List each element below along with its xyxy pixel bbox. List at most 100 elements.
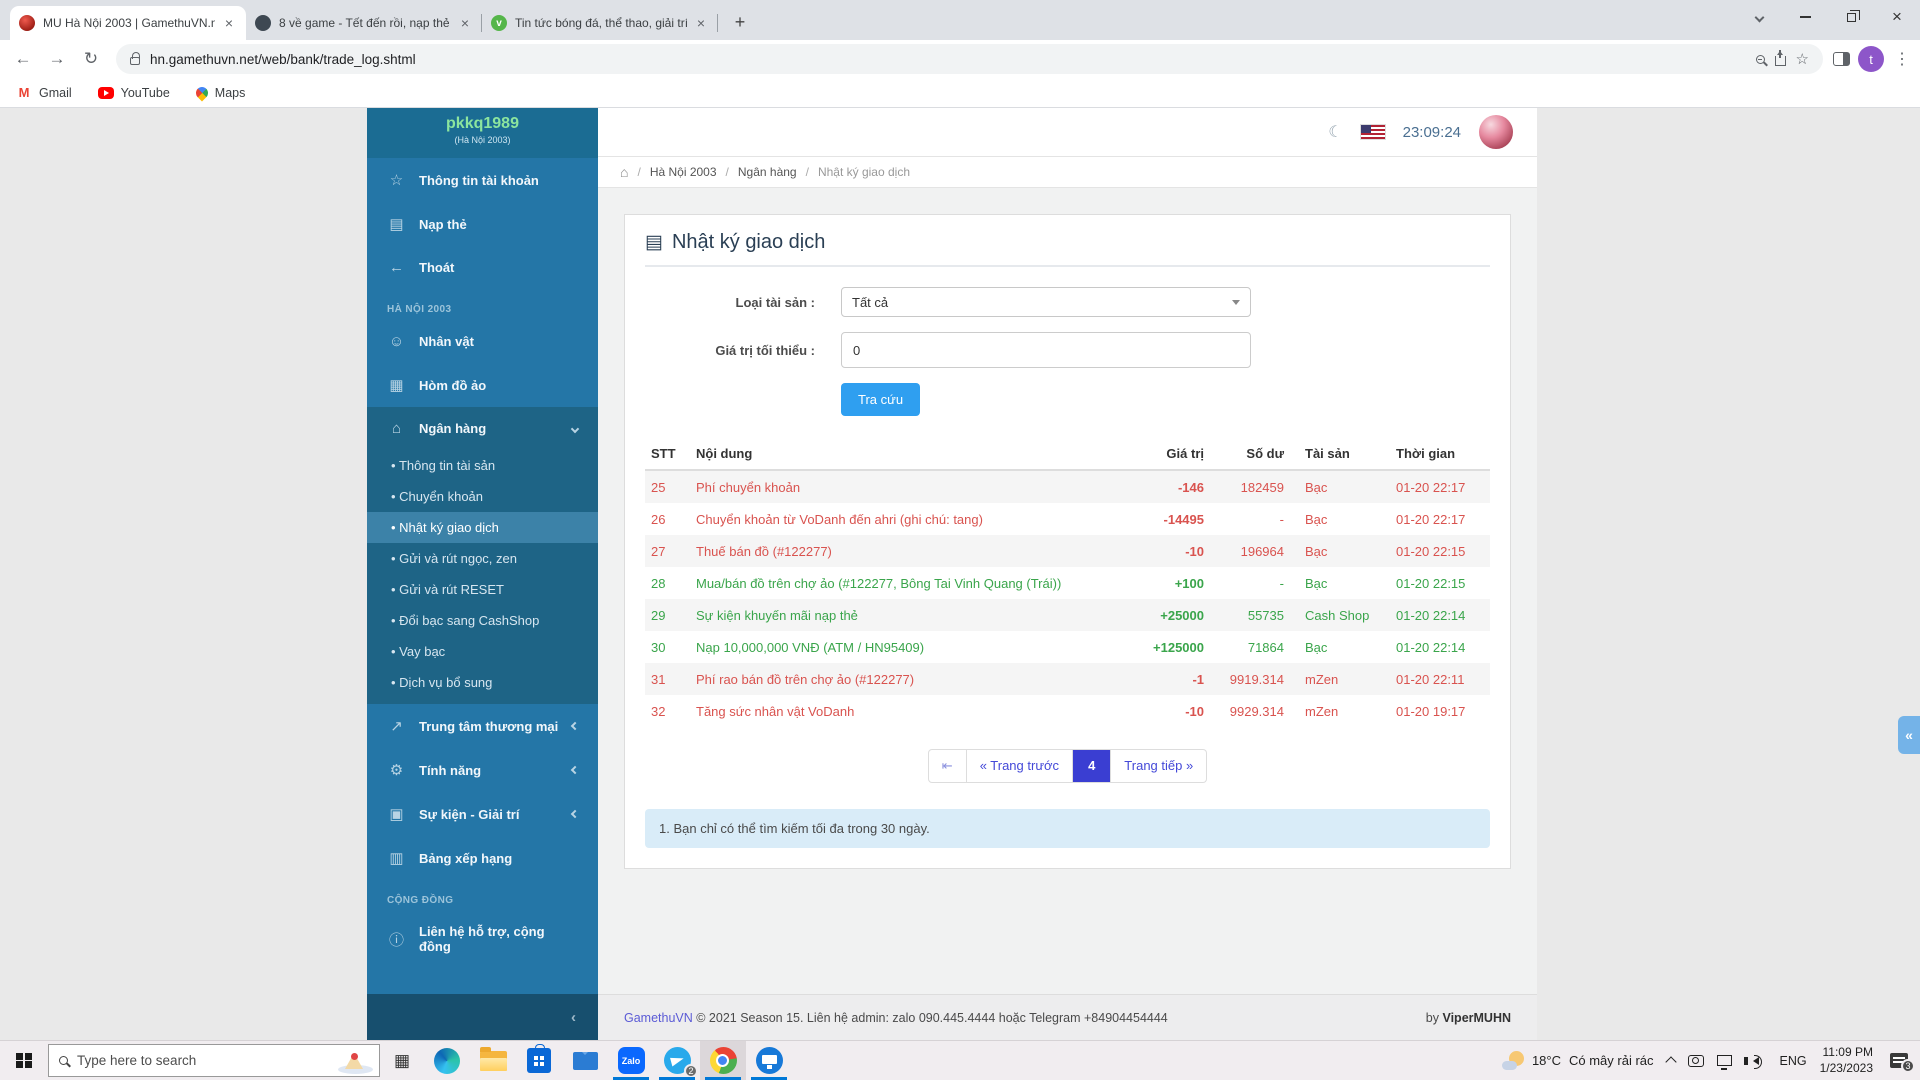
browser-tab[interactable]: Tin tức bóng đá, thể thao, giải trí × <box>482 6 718 40</box>
sidebar-item-features[interactable]: ⚙ Tính năng <box>367 748 598 792</box>
sidebar-subitem[interactable]: Gửi và rút RESET <box>367 574 598 605</box>
sidebar-item-logout[interactable]: ← Thoát <box>367 246 598 289</box>
cell-time: 01-20 22:15 <box>1390 567 1490 599</box>
address-bar[interactable]: hn.gamethuvn.net/web/bank/trade_log.shtm… <box>116 44 1823 74</box>
network-icon[interactable] <box>1717 1055 1732 1066</box>
sidebar-subitem[interactable]: Dịch vụ bổ sung <box>367 667 598 698</box>
bookmark-item[interactable]: Gmail <box>16 85 72 101</box>
browser-menu-icon[interactable]: ⋮ <box>1892 49 1912 69</box>
volume-icon[interactable] <box>1753 1057 1759 1065</box>
sidebar-item-account-info[interactable]: ☆ Thông tin tài khoản <box>367 158 598 202</box>
close-button[interactable]: × <box>1874 0 1920 34</box>
taskbar-app-telegram[interactable]: 2 <box>654 1041 700 1080</box>
taskbar-app-explorer[interactable] <box>470 1041 516 1080</box>
cell-content: Thuế bán đồ (#122277) <box>690 535 1110 567</box>
sidebar-item-character[interactable]: ☺ Nhân vật <box>367 320 598 363</box>
tray-expand-icon[interactable] <box>1665 1056 1676 1067</box>
list-icon: ▤ <box>645 231 663 254</box>
bookmark-star-icon[interactable]: ☆ <box>1796 50 1809 68</box>
forward-button[interactable]: → <box>42 44 72 74</box>
taskbar-app-edge[interactable] <box>424 1041 470 1080</box>
language-indicator[interactable]: ENG <box>1780 1054 1807 1068</box>
maximize-button[interactable] <box>1828 0 1874 34</box>
page-prev-button[interactable]: « Trang trước <box>967 749 1073 783</box>
browser-profile-avatar[interactable]: t <box>1858 46 1884 72</box>
theme-moon-icon[interactable]: ☾ <box>1328 122 1342 142</box>
side-panel-flap[interactable]: « <box>1898 716 1920 754</box>
sidebar-subitem[interactable]: Vay bạc <box>367 636 598 667</box>
bookmark-item[interactable]: Maps <box>196 86 246 100</box>
home-icon[interactable]: ⌂ <box>620 164 628 180</box>
asset-type-select[interactable]: Tất cả <box>841 287 1251 317</box>
sidebar-item-market[interactable]: ↗ Trung tâm thương mại <box>367 704 598 748</box>
taskbar-app-remote[interactable] <box>746 1041 792 1080</box>
breadcrumb-bank[interactable]: Ngân hàng <box>738 165 797 179</box>
table-row: 30 Nạp 10,000,000 VNĐ (ATM / HN95409) +1… <box>645 631 1490 663</box>
zoom-icon[interactable] <box>1756 55 1765 64</box>
taskbar-app-chrome[interactable] <box>700 1041 746 1080</box>
page-next-button[interactable]: Trang tiếp » <box>1111 749 1207 783</box>
page-first-button[interactable]: ⇤ <box>928 749 967 783</box>
side-panel-icon[interactable] <box>1833 52 1850 66</box>
cell-content: Phí chuyển khoản <box>690 470 1110 503</box>
url-text[interactable]: hn.gamethuvn.net/web/bank/trade_log.shtm… <box>150 52 1746 67</box>
bank-icon: ⌂ <box>387 420 406 437</box>
tab-close-icon[interactable]: × <box>693 15 709 31</box>
share-icon[interactable] <box>1775 56 1786 66</box>
browser-tab[interactable]: MU Hà Nội 2003 | GamethuVN.ne × <box>10 6 246 40</box>
notification-center-icon[interactable]: 3 <box>1890 1053 1908 1068</box>
page-current[interactable]: 4 <box>1073 749 1111 783</box>
taskbar-app-mail[interactable] <box>562 1041 608 1080</box>
sidebar-subitem[interactable]: Thông tin tài sản <box>367 450 598 481</box>
sidebar-subitem[interactable]: Nhật ký giao dịch <box>367 512 598 543</box>
sidebar-collapse-icon[interactable]: ‹ <box>571 1009 576 1026</box>
sidebar-subitem[interactable]: Gửi và rút ngọc, zen <box>367 543 598 574</box>
min-value-input[interactable]: 0 <box>841 332 1251 368</box>
sidebar-item-contact[interactable]: ⓘ Liên hệ hỗ trợ, cộng đồng <box>367 911 598 967</box>
sidebar-item-topup[interactable]: ▤ Nạp thẻ <box>367 202 598 246</box>
breadcrumb-server[interactable]: Hà Nội 2003 <box>650 165 717 179</box>
browser-tab[interactable]: 8 về game - Tết đến rồi, nạp thẻ × <box>246 6 482 40</box>
minimize-button[interactable] <box>1782 0 1828 34</box>
user-avatar[interactable] <box>1479 115 1513 149</box>
weather-widget[interactable]: 18°C Có mây rải rác <box>1502 1051 1654 1071</box>
tab-favicon <box>491 15 507 31</box>
sidebar-section-community: CỘNG ĐỒNG <box>367 880 598 911</box>
trade-log-card: ▤ Nhật ký giao dịch Loại tài sản : Tất c… <box>624 214 1511 869</box>
search-limit-note: 1. Bạn chỉ có thể tìm kiếm tối đa trong … <box>645 809 1490 848</box>
chevron-left-icon <box>571 810 579 818</box>
task-view-button[interactable]: ▦ <box>380 1041 424 1080</box>
taskbar-clock[interactable]: 11:09 PM 1/23/2023 <box>1820 1045 1873 1076</box>
sidebar-item-ranking[interactable]: ▥ Bảng xếp hạng <box>367 836 598 880</box>
cell-stt: 27 <box>645 535 690 567</box>
bookmark-label: Maps <box>215 86 246 100</box>
us-flag-icon[interactable] <box>1361 125 1385 139</box>
bookmark-label: Gmail <box>39 86 72 100</box>
bookmark-item[interactable]: YouTube <box>98 86 170 100</box>
cell-time: 01-20 22:14 <box>1390 631 1490 663</box>
tab-close-icon[interactable]: × <box>457 15 473 31</box>
footer-brand-link[interactable]: GamethuVN <box>624 1011 693 1025</box>
cake-doodle[interactable] <box>336 1045 376 1075</box>
sidebar-item-virtual-chest[interactable]: ▦ Hòm đồ ảo <box>367 363 598 407</box>
meet-now-icon[interactable] <box>1688 1055 1704 1067</box>
table-row: 27 Thuế bán đồ (#122277) -10 196964 Bạc … <box>645 535 1490 567</box>
back-button[interactable]: ← <box>8 44 38 74</box>
taskbar-search-input[interactable]: Type here to search <box>48 1044 380 1077</box>
sidebar-item-events[interactable]: ▣ Sự kiện - Giải trí <box>367 792 598 836</box>
reload-button[interactable]: ↻ <box>76 44 106 74</box>
taskbar-app-zalo[interactable]: Zalo <box>608 1041 654 1080</box>
cell-asset: Cash Shop <box>1290 599 1390 631</box>
sidebar-subitem[interactable]: Đổi bạc sang CashShop <box>367 605 598 636</box>
taskbar-app-store[interactable] <box>516 1041 562 1080</box>
start-button[interactable] <box>0 1041 48 1080</box>
sidebar-subitem[interactable]: Chuyển khoản <box>367 481 598 512</box>
tab-close-icon[interactable]: × <box>221 15 237 31</box>
sidebar-item-bank[interactable]: ⌂ Ngân hàng <box>367 407 598 450</box>
sidebar-group-bank: ⌂ Ngân hàng Thông tin tài sản Chuyển kho… <box>367 407 598 704</box>
folder-icon <box>480 1051 507 1071</box>
search-button[interactable]: Tra cứu <box>841 383 920 416</box>
col-value: Giá trị <box>1110 438 1210 470</box>
new-tab-button[interactable]: + <box>726 8 754 36</box>
tab-search-icon[interactable] <box>1736 0 1782 34</box>
